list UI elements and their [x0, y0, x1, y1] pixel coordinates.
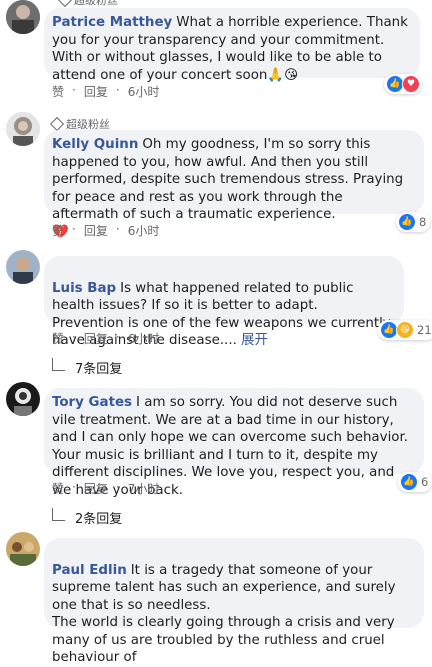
- timestamp[interactable]: 6小时: [128, 330, 160, 347]
- separator: [116, 222, 120, 239]
- reply-arrow-icon: [52, 508, 65, 521]
- view-replies[interactable]: 7条回复: [52, 358, 122, 377]
- reply-arrow-icon: [52, 358, 65, 371]
- badge-label: 超级粉丝: [74, 0, 118, 7]
- avatar-photo-icon: [6, 532, 40, 566]
- separator: [116, 330, 120, 347]
- separator: [116, 83, 120, 100]
- reaction-summary[interactable]: 👍 8: [396, 212, 431, 232]
- reaction-count: 6: [421, 475, 429, 489]
- reaction-summary[interactable]: 👍 ♥: [384, 74, 422, 94]
- timestamp[interactable]: 7小时: [128, 480, 160, 497]
- author-name[interactable]: Kelly Quinn: [52, 137, 138, 152]
- comment-actions: 赞 回复 6小时: [52, 83, 159, 100]
- like-reaction-icon: 👍: [400, 473, 418, 491]
- like-button[interactable]: 赞: [52, 83, 64, 100]
- comment-bubble: Kelly Quinn Oh my goodness, I'm so sorry …: [44, 130, 424, 240]
- reaction-count: 21: [417, 323, 432, 337]
- timestamp[interactable]: 6小时: [128, 83, 160, 100]
- separator: [72, 83, 76, 100]
- author-name[interactable]: Luis Bap: [52, 281, 116, 296]
- like-button[interactable]: 赞: [52, 480, 64, 497]
- comment-bubble: Paul Edlin It is a tragedy that someone o…: [44, 538, 424, 665]
- reaction-summary[interactable]: 👍 6: [398, 472, 432, 492]
- love-reaction-icon: ♥: [402, 75, 420, 93]
- author-name[interactable]: Tory Gates: [52, 395, 132, 410]
- avatar-photo-icon: [6, 382, 40, 416]
- reply-button[interactable]: 回复: [84, 222, 108, 239]
- replies-count[interactable]: 2条回复: [75, 508, 122, 527]
- reaction-summary[interactable]: 👍 😆 21: [378, 320, 432, 340]
- separator: [72, 222, 76, 239]
- comment-actions: 赞 回复 6小时: [52, 222, 159, 239]
- like-button[interactable]: 赞: [52, 330, 64, 347]
- like-reaction-icon: 👍: [398, 213, 416, 231]
- timestamp[interactable]: 6小时: [128, 222, 160, 239]
- comment-actions: 赞 回复 6小时: [52, 330, 159, 347]
- separator: [72, 330, 76, 347]
- avatar[interactable]: [6, 112, 40, 146]
- reply-button[interactable]: 回复: [84, 330, 108, 347]
- replies-count[interactable]: 7条回复: [75, 358, 122, 377]
- view-replies[interactable]: 2条回复: [52, 508, 122, 527]
- comment-bubble: Tory Gates I am so sorry. You did not des…: [44, 388, 424, 498]
- avatar[interactable]: [6, 250, 40, 284]
- avatar[interactable]: [6, 0, 40, 34]
- avatar[interactable]: [6, 382, 40, 416]
- avatar-photo-icon: [6, 0, 40, 34]
- reaction-count: 8: [419, 215, 427, 229]
- superfan-badge: 超级粉丝: [57, 0, 118, 8]
- avatar[interactable]: [6, 532, 40, 566]
- comment-actions: 赞 回复 7小时: [52, 480, 159, 497]
- diamond-icon: [49, 116, 65, 132]
- comment-bubble: Patrice Matthey What a horrible experienc…: [44, 8, 420, 83]
- like-button[interactable]: 赞: [52, 222, 64, 239]
- reply-button[interactable]: 回复: [84, 83, 108, 100]
- author-name[interactable]: Patrice Matthey: [52, 15, 172, 30]
- author-name[interactable]: Paul Edlin: [52, 563, 127, 578]
- see-more-link[interactable]: 展开: [241, 333, 268, 348]
- separator: [116, 480, 120, 497]
- haha-reaction-icon: 😆: [396, 321, 414, 339]
- comment-bubble: Luis Bap Is what happened related to publ…: [44, 256, 404, 348]
- diamond-icon: [57, 0, 73, 8]
- reply-button[interactable]: 回复: [84, 480, 108, 497]
- avatar-photo-icon: [6, 112, 40, 146]
- separator: [72, 480, 76, 497]
- emoji: 🙏😘: [267, 67, 299, 83]
- avatar-photo-icon: [6, 250, 40, 284]
